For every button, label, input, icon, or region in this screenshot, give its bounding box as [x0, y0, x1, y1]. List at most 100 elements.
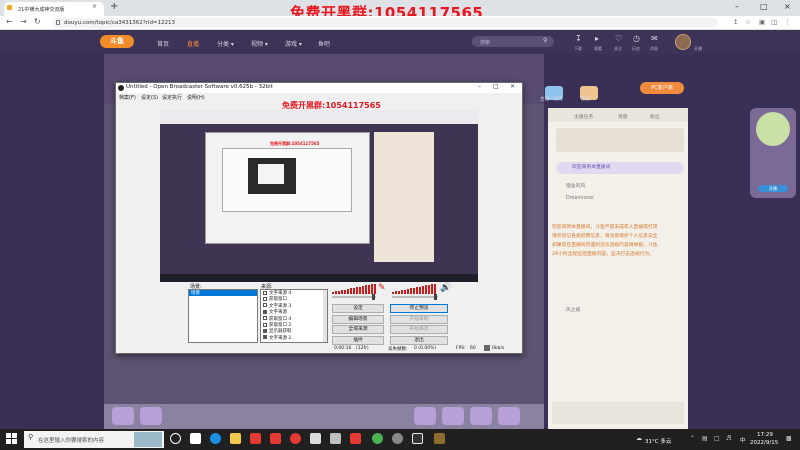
checkbox[interactable] — [263, 290, 267, 295]
source-list-scrollbar[interactable] — [323, 290, 327, 342]
source-item[interactable]: 文字来源 — [263, 309, 287, 315]
app-pen-icon[interactable] — [350, 433, 361, 444]
settings-button[interactable]: 设定 — [332, 304, 384, 313]
clock-time[interactable]: 17:29 — [757, 432, 773, 438]
source-item[interactable]: 显示器获取 — [263, 328, 292, 334]
obs-menu-run[interactable]: 设定执行 — [162, 94, 182, 101]
app-red-icon[interactable] — [250, 433, 261, 444]
gift-item[interactable] — [140, 407, 162, 425]
douyu-logo[interactable]: 斗鱼 — [100, 35, 134, 48]
star-icon[interactable]: ☆ — [745, 18, 751, 26]
back-icon[interactable]: ← — [6, 17, 13, 26]
source-item[interactable]: 文字来源 2 — [263, 335, 291, 341]
app-lightning-icon[interactable] — [310, 433, 321, 444]
close-window-button[interactable]: × — [784, 2, 791, 11]
tab-fans[interactable]: 粉丝 — [650, 113, 660, 120]
clock-date[interactable]: 2022/9/15 — [750, 440, 778, 446]
windows-start-icon[interactable] — [6, 433, 17, 444]
source-item[interactable]: 文字来源 4 — [263, 290, 291, 296]
chat-input-area[interactable] — [552, 402, 684, 424]
nav-home[interactable]: 首页 — [157, 39, 169, 48]
site-search-input[interactable]: 搜索 — [472, 36, 554, 47]
chat-user-3[interactable]: 风之痕 — [566, 306, 580, 313]
maximize-button[interactable]: □ — [760, 2, 768, 11]
obs-menu-help[interactable]: 说明(H) — [187, 94, 205, 101]
tray-expand-icon[interactable]: ⌃ — [690, 435, 695, 442]
display-icon[interactable]: □ — [714, 435, 720, 442]
watch-icon[interactable]: ▸ — [595, 34, 599, 43]
start-recording-button[interactable]: 开始录制 — [390, 315, 448, 324]
nav-forum[interactable]: 鱼吧 — [318, 39, 330, 48]
gift-item[interactable] — [498, 407, 520, 425]
edge-icon[interactable] — [210, 433, 221, 444]
history-icon[interactable]: ◷ — [633, 34, 640, 43]
explorer-icon[interactable] — [230, 433, 241, 444]
app-gray-icon[interactable] — [330, 433, 341, 444]
new-tab-button[interactable]: + — [110, 1, 118, 12]
tab-close-icon[interactable]: × — [92, 3, 97, 10]
search-icon[interactable]: ⚲ — [543, 37, 547, 44]
plugins-button[interactable]: 插件 — [332, 336, 384, 345]
side-promo-label[interactable]: 开播 — [758, 185, 788, 192]
desktop-volume-slider[interactable] — [434, 294, 437, 300]
menu-icon[interactable]: ⋮ — [784, 18, 791, 26]
checkbox-checked[interactable] — [263, 328, 267, 333]
share-icon[interactable]: ↥ — [733, 18, 738, 26]
follow-icon[interactable]: ♡ — [615, 34, 622, 43]
tab-contribution[interactable]: 贡献 — [618, 113, 628, 120]
browser-tab[interactable]: 21中横大成神交流版 — [4, 2, 104, 16]
gift-item[interactable] — [442, 407, 464, 425]
weather-text[interactable]: 31°C 多云 — [645, 437, 671, 445]
checkbox-checked[interactable] — [263, 335, 267, 340]
forward-icon[interactable]: → — [20, 17, 27, 26]
nav-category[interactable]: 分类 ▾ — [217, 39, 234, 48]
checkbox-checked[interactable] — [263, 309, 267, 314]
source-item[interactable]: 文字来源 3 — [263, 303, 291, 309]
source-item[interactable]: 获取窗口 4 — [263, 316, 291, 322]
gift-item[interactable] — [112, 407, 134, 425]
pc-client-badge[interactable]: PC客户端 — [640, 82, 684, 94]
chat-user-1[interactable]: 宿舍的风 — [566, 182, 585, 189]
gift-item[interactable] — [414, 407, 436, 425]
app-circle-icon[interactable] — [392, 433, 403, 444]
exit-button[interactable]: 退出 — [390, 336, 448, 345]
stop-preview-button[interactable]: 停止预览 — [390, 304, 448, 313]
volume-icon[interactable]: ♬ — [726, 435, 731, 442]
edit-scene-button[interactable]: 编辑场景 — [332, 315, 384, 324]
app-g-icon[interactable] — [434, 433, 445, 444]
extensions-icon[interactable]: ▣ — [759, 18, 765, 26]
weather-icon[interactable]: ☁ — [636, 435, 642, 442]
network-icon[interactable]: ▤ — [702, 435, 708, 442]
lock-icon[interactable] — [56, 20, 60, 25]
task-view-icon[interactable] — [170, 433, 181, 444]
task-switcher-icon[interactable] — [190, 433, 201, 444]
speaker-icon[interactable]: 🔊 — [440, 283, 451, 293]
sidebar-icon[interactable]: ◫ — [771, 18, 777, 26]
chrome-icon[interactable] — [372, 433, 383, 444]
obs-menu-settings[interactable]: 设定(S) — [141, 94, 158, 101]
start-streaming-button[interactable]: 开始串流 — [390, 325, 448, 334]
obs-minimize-button[interactable]: – — [478, 83, 481, 90]
mic-volume-slider[interactable] — [372, 294, 375, 300]
source-item[interactable]: 获取窗口 2 — [263, 322, 291, 328]
reload-icon[interactable]: ↻ — [34, 17, 41, 26]
app-red2-icon[interactable] — [270, 433, 281, 444]
nav-live[interactable]: 直播 — [187, 39, 199, 48]
input-language[interactable]: 中 — [740, 436, 746, 444]
message-icon[interactable]: ✉ — [651, 34, 658, 43]
user-avatar[interactable] — [675, 34, 691, 50]
nav-game[interactable]: 游戏 ▾ — [285, 39, 302, 48]
checkbox[interactable] — [263, 303, 267, 308]
global-sources-button[interactable]: 全域来源 — [332, 325, 384, 334]
notification-icon[interactable]: ▩ — [786, 435, 792, 442]
mic-volume-track[interactable] — [332, 296, 376, 298]
checkbox[interactable] — [263, 316, 267, 321]
minimize-button[interactable]: – — [735, 2, 739, 11]
nav-video[interactable]: 视频 ▾ — [251, 39, 268, 48]
obs-close-button[interactable]: × — [510, 83, 515, 90]
tab-anchor-tasks[interactable]: 主播任务 — [574, 113, 593, 120]
checkbox[interactable] — [263, 322, 267, 327]
desktop-volume-track[interactable] — [392, 296, 438, 298]
obs-maximize-button[interactable]: □ — [493, 83, 499, 90]
source-item[interactable]: 获取窗口 — [263, 296, 287, 302]
